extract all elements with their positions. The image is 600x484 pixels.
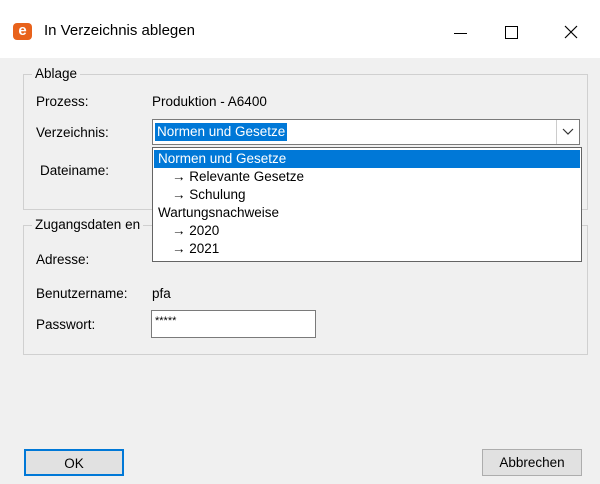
adresse-label: Adresse: — [36, 252, 90, 267]
close-button[interactable] — [548, 12, 594, 52]
app-logo-icon: e — [13, 22, 32, 40]
zugangsdaten-group-label: Zugangsdaten en — [32, 217, 144, 232]
passwort-masked-value: ***** — [155, 315, 177, 327]
ablage-group-label: Ablage — [32, 66, 81, 81]
maximize-icon — [505, 26, 518, 39]
verzeichnis-dropdown-list: Normen und Gesetze → Relevante Gesetze →… — [152, 147, 582, 262]
verzeichnis-combobox[interactable]: Normen und Gesetze — [152, 119, 580, 145]
title-bar: e In Verzeichnis ablegen — [0, 0, 600, 58]
ok-button[interactable]: OK — [24, 449, 124, 476]
app-logo-letter: e — [18, 22, 27, 39]
verzeichnis-label: Verzeichnis: — [36, 125, 109, 140]
dateiname-label: Dateiname: — [40, 163, 110, 178]
chevron-down-icon — [562, 128, 574, 135]
dropdown-option[interactable]: → 2021 — [154, 240, 580, 258]
close-icon — [564, 25, 578, 39]
dropdown-option[interactable]: Wartungsnachweise — [154, 204, 580, 222]
window-title: In Verzeichnis ablegen — [44, 22, 195, 39]
benutzername-label: Benutzername: — [36, 286, 128, 301]
dropdown-option[interactable]: → Schulung — [154, 186, 580, 204]
cancel-button[interactable]: Abbrechen — [482, 449, 582, 476]
minimize-button[interactable] — [437, 12, 483, 52]
dialog-window: e In Verzeichnis ablegen Ablage Prozess:… — [0, 0, 600, 484]
minimize-icon — [454, 33, 467, 34]
dropdown-option[interactable]: Normen und Gesetze — [154, 150, 580, 168]
maximize-button[interactable] — [488, 12, 534, 52]
dropdown-option[interactable]: → Relevante Gesetze — [154, 168, 580, 186]
passwort-label: Passwort: — [36, 317, 96, 332]
verzeichnis-dropdown-button[interactable] — [556, 120, 579, 144]
dropdown-option[interactable]: → 2020 — [154, 222, 580, 240]
passwort-input[interactable]: ***** — [151, 310, 316, 338]
prozess-label: Prozess: — [36, 94, 89, 109]
prozess-value: Produktion - A6400 — [152, 94, 267, 109]
benutzername-value: pfa — [152, 286, 171, 301]
verzeichnis-selected-value: Normen und Gesetze — [155, 123, 288, 141]
